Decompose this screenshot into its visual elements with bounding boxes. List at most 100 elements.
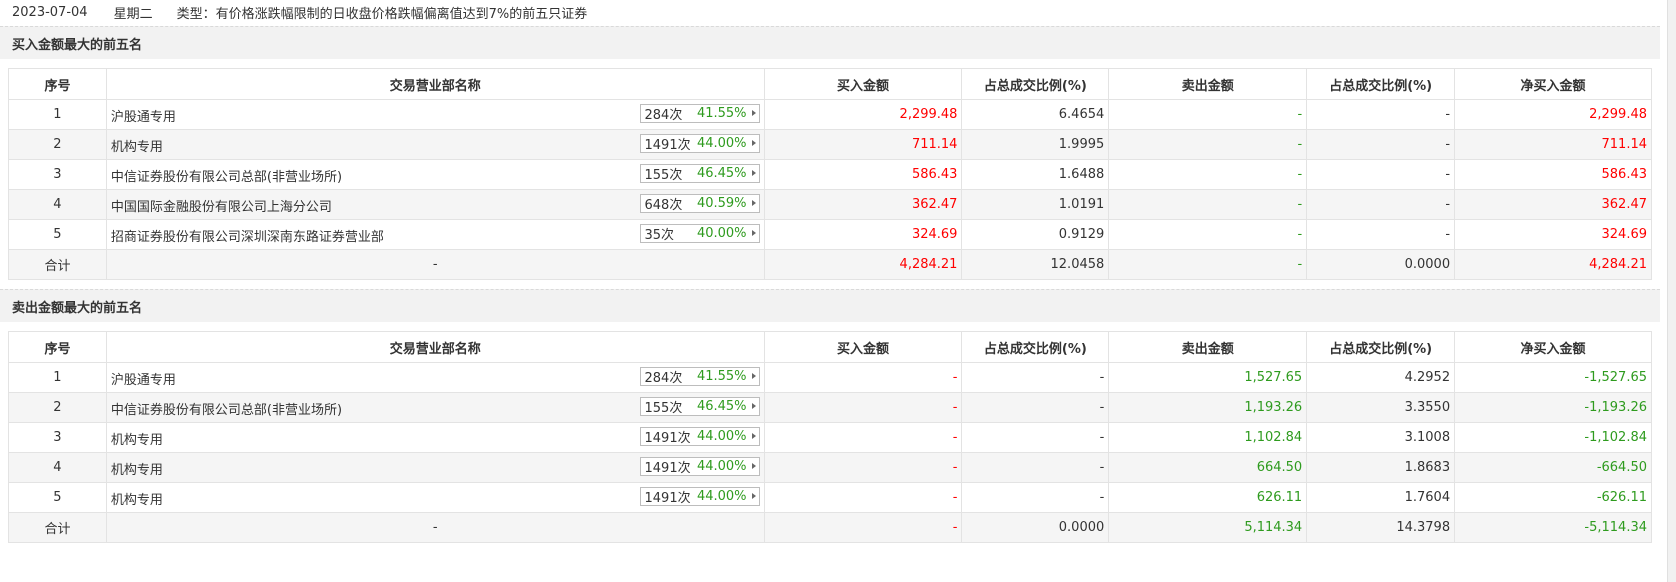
sell-pct-cell: - bbox=[1306, 189, 1456, 220]
dept-cell: 中信证券股份有限公司总部(非营业场所) 155次 46.45% bbox=[105, 392, 765, 423]
sell-amount-cell: - bbox=[1108, 129, 1308, 160]
seq-cell: 1 bbox=[8, 362, 107, 393]
dept-cell: 中国国际金融股份有限公司上海分公司 648次 40.59% bbox=[105, 189, 765, 220]
appearance-count: 1491次 bbox=[644, 138, 691, 153]
table-row: 1 沪股通专用 284次 41.55% - -1,527.65 4.2952 -1,527.6… bbox=[8, 362, 1652, 393]
dept-stats-button[interactable]: 155次 46.45% bbox=[639, 397, 760, 416]
sell-amount-cell: - bbox=[1108, 189, 1308, 220]
sell-pct-cell: 3.1008 bbox=[1306, 422, 1456, 453]
total-sell-pct: 14.3798 bbox=[1306, 512, 1456, 543]
win-rate: 41.55% bbox=[696, 106, 747, 121]
net-amount-cell: 586.43 bbox=[1454, 159, 1652, 190]
dept-name-link[interactable]: 招商证券股份有限公司深圳深南东路证券营业部 bbox=[111, 226, 384, 245]
win-rate: 44.00% bbox=[696, 429, 747, 444]
sell-pct-cell: 3.3550 bbox=[1306, 392, 1456, 423]
page: 2023-07-04 星期二 类型：有价格涨跌幅限制的日收盘价格跌幅偏离值达到7… bbox=[0, 0, 1676, 582]
buy-amount-cell: 711.14 bbox=[763, 129, 963, 160]
caret-right-icon bbox=[751, 110, 756, 116]
col-header-sell: 卖出金额 bbox=[1108, 331, 1308, 363]
appearance-count: 155次 bbox=[644, 401, 683, 416]
buy-section-title: 买入金额最大的前五名 bbox=[12, 37, 143, 53]
total-label: 合计 bbox=[8, 512, 107, 543]
net-amount-cell: 2,299.48 bbox=[1454, 99, 1652, 130]
win-rate: 46.45% bbox=[696, 399, 747, 414]
total-buy-amount: 4,284.21 bbox=[763, 249, 963, 280]
buy-amount-cell: - bbox=[763, 422, 963, 453]
sell-pct-cell: - bbox=[1306, 219, 1456, 250]
net-amount-cell: -1,102.84 bbox=[1454, 422, 1652, 453]
dept-stats-button[interactable]: 1491次 44.00% bbox=[639, 427, 760, 446]
dept-name-link[interactable]: 沪股通专用 bbox=[111, 106, 176, 125]
win-rate: 44.00% bbox=[696, 136, 747, 151]
dept-stats-button[interactable]: 1491次 44.00% bbox=[639, 487, 760, 506]
col-header-buy: 买入金额 bbox=[763, 68, 963, 100]
seq-cell: 3 bbox=[8, 159, 107, 190]
total-dept-cell: - bbox=[105, 512, 765, 543]
buy-amount-cell: 362.47 bbox=[763, 189, 963, 220]
buy-pct-cell: - bbox=[961, 422, 1110, 453]
dept-stats-button[interactable]: 648次 40.59% bbox=[639, 194, 760, 213]
sell-amount-cell: - bbox=[1108, 219, 1308, 250]
appearance-count: 648次 bbox=[644, 198, 683, 213]
buy-pct-cell: 0.9129 bbox=[961, 219, 1110, 250]
dept-name-link[interactable]: 机构专用 bbox=[111, 489, 163, 508]
win-rate: 46.45% bbox=[696, 166, 747, 181]
sell-amount-cell: 664.50 bbox=[1108, 452, 1308, 483]
dept-stats-button[interactable]: 284次 41.55% bbox=[639, 367, 760, 386]
seq-cell: 2 bbox=[8, 392, 107, 423]
dept-stats-button[interactable]: 155次 46.45% bbox=[639, 164, 760, 183]
dept-name-link[interactable]: 机构专用 bbox=[111, 459, 163, 478]
dept-stats-button[interactable]: 35次 40.00% bbox=[639, 224, 760, 243]
dept-cell: 机构专用 1491次 44.00% bbox=[105, 452, 765, 483]
total-buy-pct: 12.0458 bbox=[961, 249, 1110, 280]
total-sell-pct: 0.0000 bbox=[1306, 249, 1456, 280]
dept-name-link[interactable]: 沪股通专用 bbox=[111, 369, 176, 388]
dept-stats-button[interactable]: 284次 41.55% bbox=[639, 104, 760, 123]
sell-pct-cell: 4.2952 bbox=[1306, 362, 1456, 393]
table-row: 2 中信证券股份有限公司总部(非营业场所) 155次 46.45% - -1,193.26… bbox=[8, 392, 1652, 423]
dept-name-link[interactable]: 中信证券股份有限公司总部(非营业场所) bbox=[111, 399, 342, 418]
dept-name-link[interactable]: 中国国际金融股份有限公司上海分公司 bbox=[111, 196, 332, 215]
sell-amount-cell: 1,527.65 bbox=[1108, 362, 1308, 393]
appearance-count: 155次 bbox=[644, 168, 683, 183]
buy-pct-cell: 1.0191 bbox=[961, 189, 1110, 220]
table-row: 5 机构专用 1491次 44.00% - -626.11 1.7604 -626.11 bbox=[8, 482, 1652, 513]
dept-cell: 机构专用 1491次 44.00% bbox=[105, 422, 765, 453]
total-buy-amount: - bbox=[763, 512, 963, 543]
table-header-row: 序号 交易营业部名称 买入金额 占总成交比例(%) 卖出金额 占总成交比例(%)… bbox=[8, 68, 1652, 100]
col-header-net: 净买入金额 bbox=[1454, 68, 1652, 100]
table-row: 3 机构专用 1491次 44.00% - -1,102.84 3.1008 -1,102.8… bbox=[8, 422, 1652, 453]
trade-date: 2023-07-04 bbox=[12, 4, 88, 20]
net-amount-cell: 711.14 bbox=[1454, 129, 1652, 160]
win-rate: 40.59% bbox=[696, 196, 747, 211]
sell-pct-cell: - bbox=[1306, 129, 1456, 160]
buy-amount-cell: - bbox=[763, 482, 963, 513]
buy-amount-cell: 586.43 bbox=[763, 159, 963, 190]
dept-name-link[interactable]: 机构专用 bbox=[111, 136, 163, 155]
buy-table-body: 1 沪股通专用 284次 41.55% 2,299.48 6.4654- -2,299.48… bbox=[8, 99, 1652, 280]
dept-stats-button[interactable]: 1491次 44.00% bbox=[639, 134, 760, 153]
win-rate: 41.55% bbox=[696, 369, 747, 384]
sell-pct-cell: 1.8683 bbox=[1306, 452, 1456, 483]
buy-amount-cell: - bbox=[763, 452, 963, 483]
total-net-amount: -5,114.34 bbox=[1454, 512, 1652, 543]
dept-name-link[interactable]: 机构专用 bbox=[111, 429, 163, 448]
vertical-scrollbar[interactable] bbox=[1667, 0, 1676, 582]
total-buy-pct: 0.0000 bbox=[961, 512, 1110, 543]
caret-right-icon bbox=[751, 200, 756, 206]
caret-right-icon bbox=[751, 493, 756, 499]
buy-amount-cell: - bbox=[763, 392, 963, 423]
total-dept-cell: - bbox=[105, 249, 765, 280]
col-header-buy: 买入金额 bbox=[763, 331, 963, 363]
buy-section-header: 买入金额最大的前五名 bbox=[0, 26, 1660, 59]
table-row: 3 中信证券股份有限公司总部(非营业场所) 155次 46.45% 586.43 1.64… bbox=[8, 159, 1652, 190]
win-rate: 40.00% bbox=[696, 226, 747, 241]
buy-pct-cell: 1.6488 bbox=[961, 159, 1110, 190]
dept-stats-button[interactable]: 1491次 44.00% bbox=[639, 457, 760, 476]
total-net-amount: 4,284.21 bbox=[1454, 249, 1652, 280]
appearance-count: 284次 bbox=[644, 371, 683, 386]
dept-name-link[interactable]: 中信证券股份有限公司总部(非营业场所) bbox=[111, 166, 342, 185]
col-header-buy-pct: 占总成交比例(%) bbox=[961, 331, 1110, 363]
col-header-sell-pct: 占总成交比例(%) bbox=[1306, 331, 1456, 363]
table-header-row: 序号 交易营业部名称 买入金额 占总成交比例(%) 卖出金额 占总成交比例(%)… bbox=[8, 331, 1652, 363]
